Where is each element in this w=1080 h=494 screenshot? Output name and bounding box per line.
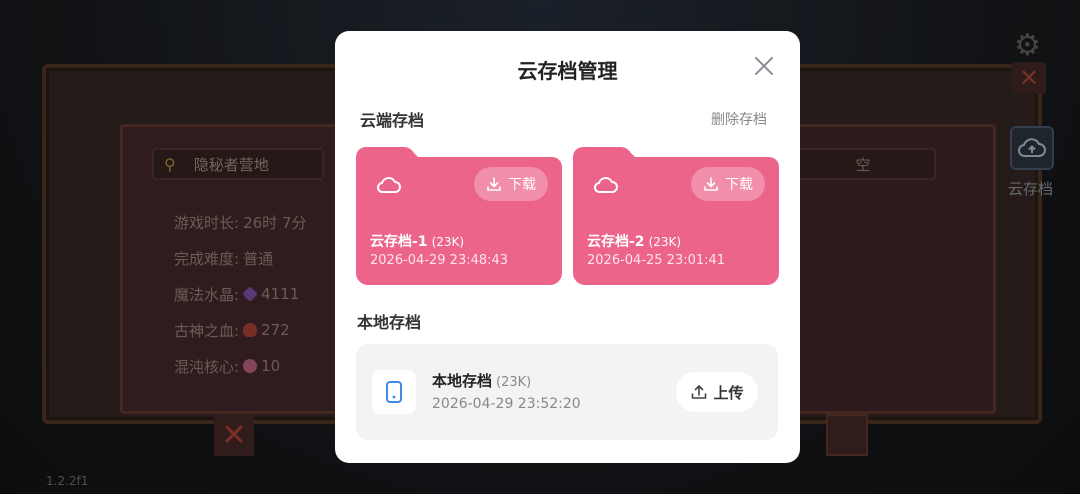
cloud-save-date: 2026-04-29 23:48:43 <box>370 253 509 268</box>
cloud-save-size: (23K) <box>648 235 682 249</box>
cloud-icon <box>593 177 618 193</box>
local-save-size: (23K) <box>496 375 532 390</box>
cloud-save-card[interactable]: 下载 云存档-1 (23K) 2026-04-29 23:48:43 <box>356 145 562 285</box>
close-button[interactable] <box>751 53 777 79</box>
local-section-title: 本地存档 <box>357 313 422 332</box>
cloud-section-title: 云端存档 <box>360 111 425 130</box>
cloud-save-dialog: 云存档管理 云端存档 删除存档 下载 云存档-1 (23K) 2026-04-29… <box>335 31 800 463</box>
cloud-save-title: 云存档-2 <box>587 234 645 250</box>
delete-save-button[interactable]: 删除存档 <box>711 109 767 129</box>
phone-icon <box>386 381 402 403</box>
upload-button[interactable]: 上传 <box>676 372 758 412</box>
download-label: 下载 <box>725 177 753 193</box>
dialog-title: 云存档管理 <box>517 59 618 83</box>
cloud-save-date: 2026-04-25 23:01:41 <box>587 253 726 268</box>
upload-label: 上传 <box>713 383 744 402</box>
cloud-save-title: 云存档-1 <box>370 234 428 250</box>
download-label: 下载 <box>508 177 536 193</box>
cloud-save-size: (23K) <box>431 235 465 249</box>
local-save-icon-box <box>372 370 416 414</box>
cloud-save-name: 云存档-2 (23K) <box>587 231 681 251</box>
cloud-save-card[interactable]: 下载 云存档-2 (23K) 2026-04-25 23:01:41 <box>573 145 779 285</box>
local-save-date: 2026-04-29 23:52:20 <box>432 396 581 412</box>
local-save-title: 本地存档 <box>432 372 493 390</box>
local-save-item: 本地存档 (23K) 2026-04-29 23:52:20 上传 <box>356 344 778 440</box>
upload-icon <box>692 385 707 399</box>
cloud-save-name: 云存档-1 (23K) <box>370 231 464 251</box>
download-button[interactable]: 下载 <box>474 167 548 201</box>
download-icon <box>704 177 718 191</box>
local-save-name: 本地存档 (23K) <box>432 370 531 391</box>
download-button[interactable]: 下载 <box>691 167 765 201</box>
close-icon <box>755 57 773 75</box>
cloud-icon <box>376 177 401 193</box>
download-icon <box>487 177 501 191</box>
